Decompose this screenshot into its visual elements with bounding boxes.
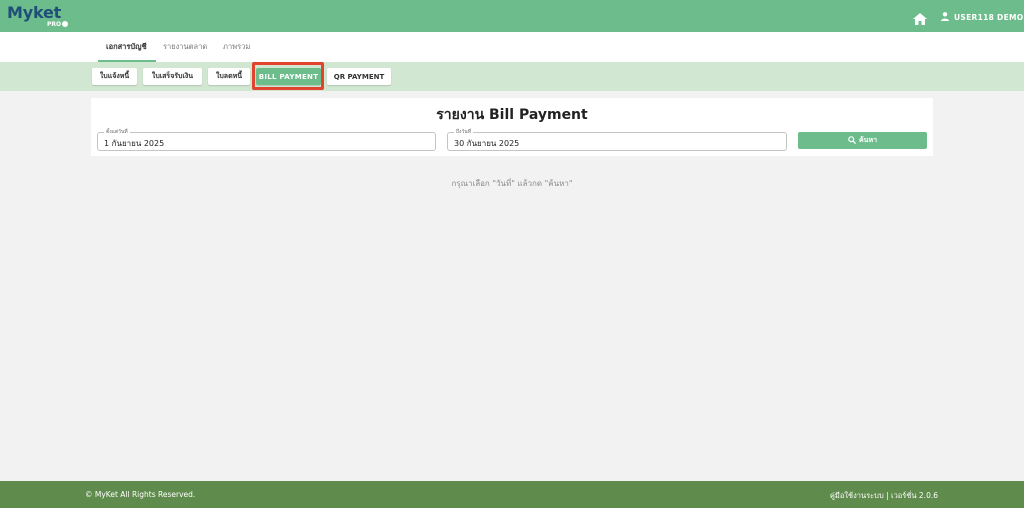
footer-copyright: © MyKet All Rights Reserved. — [85, 490, 196, 499]
main-tabs: เอกสารบัญชี รายงานตลาด ภาพรวม — [0, 32, 1024, 62]
search-button[interactable]: ค้นหา — [798, 132, 927, 149]
footer-separator: | — [883, 491, 891, 500]
end-date-field[interactable]: ถึงวันที่ 30 กันยายน 2025 — [447, 128, 787, 151]
report-title: รายงาน Bill Payment — [436, 107, 588, 123]
start-date-label: ตั้งแต่วันที่ — [104, 128, 130, 136]
myket-logo[interactable]: Myket PRO — [7, 3, 69, 29]
user-icon — [941, 11, 949, 23]
tab-market-report[interactable]: รายงานตลาด — [163, 41, 207, 53]
footer-links: คู่มือใช้งานระบบ | เวอร์ชั่น 2.0.6 — [830, 490, 938, 502]
chip-credit-note[interactable]: ใบลดหนี้ — [208, 68, 250, 85]
logo-sub: PRO — [47, 21, 69, 28]
user-manual-link[interactable]: คู่มือใช้งานระบบ — [830, 491, 884, 500]
tab-overview[interactable]: ภาพรวม — [223, 41, 250, 53]
search-icon — [848, 135, 857, 146]
logo-text: Myket — [7, 3, 62, 22]
top-bar: Myket PRO USER118 DEMO — [0, 0, 1024, 32]
footer: © MyKet All Rights Reserved. คู่มือใช้งา… — [0, 481, 1024, 508]
tab-accounting-documents[interactable]: เอกสารบัญชี — [106, 41, 147, 53]
empty-state-hint: กรุณาเลือก "วันที่" แล้วกด "ค้นหา" — [451, 179, 573, 188]
start-date-field[interactable]: ตั้งแต่วันที่ 1 กันยายน 2025 — [97, 128, 436, 151]
version-label: เวอร์ชั่น 2.0.6 — [891, 491, 938, 500]
end-date-label: ถึงวันที่ — [454, 128, 473, 136]
chip-receipt[interactable]: ใบเสร็จรับเงิน — [143, 68, 202, 85]
selection-highlight-box — [252, 62, 324, 90]
chip-qr-payment[interactable]: QR PAYMENT — [327, 68, 391, 85]
end-date-value: 30 กันยายน 2025 — [454, 139, 520, 148]
search-button-label: ค้นหา — [858, 136, 877, 144]
home-icon[interactable] — [913, 10, 927, 25]
user-menu[interactable]: USER118 DEMO — [941, 11, 1023, 23]
start-date-value: 1 กันยายน 2025 — [104, 139, 165, 148]
chip-invoice[interactable]: ใบแจ้งหนี้ — [92, 68, 137, 85]
user-name: USER118 DEMO — [954, 12, 1024, 22]
